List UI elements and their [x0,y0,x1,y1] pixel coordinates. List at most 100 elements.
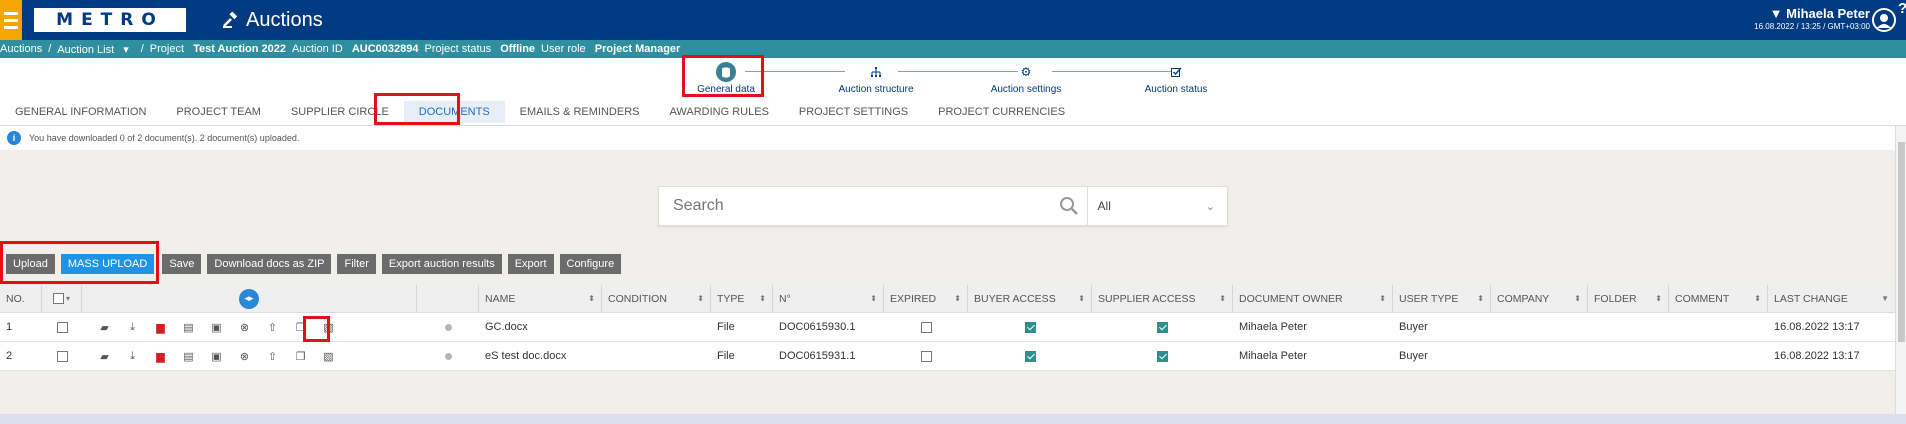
delete-icon[interactable]: ▆ [152,348,169,364]
cell-name[interactable]: GC.docx [479,313,602,341]
step-auction-status[interactable]: Auction status [1121,62,1231,95]
user-datetime: 16.08.2022 / 13:25 / GMT+03:00 [1754,22,1870,31]
cell-no: 2 [6,350,13,362]
breadcrumb-sep: / [140,43,144,55]
user-menu[interactable]: ▼ Mihaela Peter 16.08.2022 / 13:25 / GMT… [1754,6,1870,31]
col-select[interactable]: ▾ [42,285,82,312]
cell-number: DOC0615931.1 [779,350,856,362]
step-auction-structure[interactable]: Auction structure [821,62,931,95]
tab-supplier-circle[interactable]: SUPPLIER CIRCLE [276,106,404,118]
cancel-icon[interactable]: ⊗ [236,319,253,335]
auction-id: Auction ID AUC0032894 [292,43,419,55]
buyer-access-checkbox[interactable] [1024,350,1036,362]
file-copy-icon[interactable]: ❐ [292,348,309,364]
cell-user-type: Buyer [1399,350,1428,362]
cell-name[interactable]: eS test doc.docx [479,342,602,370]
step-general-data[interactable]: General data [671,62,781,95]
cell-actions: ▰ ⤓ ▆ ▤ ▣ ⊗ ⇧ ❐ ▧ [82,313,417,341]
save-button[interactable]: Save [162,254,202,274]
expired-checkbox[interactable] [920,321,932,333]
cell-last-change: 16.08.2022 13:17 [1774,350,1860,362]
file-edit-icon[interactable]: ▤ [180,348,197,364]
search-input[interactable] [659,187,1049,225]
search-bar: All ⌄ [658,186,1228,226]
user-role: User role Project Manager [541,43,681,55]
scrollbar-thumb[interactable] [1898,142,1905,342]
col-name[interactable]: NAME ⬍ [479,285,602,312]
app-title[interactable]: Auctions [222,9,323,32]
col-type[interactable]: TYPE ⬍ [711,285,773,312]
row-checkbox[interactable] [56,350,68,362]
documents-table: NO. ▾ ◂▸ NAME ⬍ CONDITION ⬍ TYPE ⬍ N° ⬍ EXPI… [0,285,1895,371]
expand-columns-icon[interactable]: ◂▸ [239,288,259,309]
col-no[interactable]: NO. [0,285,42,312]
search-filter-select[interactable]: All ⌄ [1086,187,1227,225]
breadcrumb-auctions[interactable]: Auctions [0,43,42,55]
cell-comment [1669,342,1768,370]
col-buyer-access[interactable]: BUYER ACCESS ⬍ [968,285,1092,312]
export-results-button[interactable]: Export auction results [381,254,502,274]
file-upload-icon[interactable]: ⇧ [264,319,281,335]
tab-documents[interactable]: DOCUMENTS [403,100,505,123]
file-edit-icon[interactable]: ▤ [180,319,197,335]
tab-project-team[interactable]: PROJECT TEAM [161,106,276,118]
folder-move-icon[interactable]: ▰ [96,348,113,364]
supplier-access-checkbox[interactable] [1157,350,1168,362]
expired-checkbox[interactable] [920,350,932,362]
tab-project-currencies[interactable]: PROJECT CURRENCIES [923,106,1080,118]
filter-button[interactable]: Filter [337,254,376,274]
download-icon[interactable]: ⤓ [124,319,141,335]
file-check-icon[interactable]: ▣ [208,348,225,364]
search-icon[interactable] [1059,187,1079,225]
file-version-icon[interactable]: ▧ [320,319,337,335]
tab-general-information[interactable]: GENERAL INFORMATION [0,106,161,118]
folder-move-icon[interactable]: ▰ [96,319,113,335]
col-supplier-access[interactable]: SUPPLIER ACCESS ⬍ [1092,285,1233,312]
help-icon[interactable]: ? [1898,0,1906,40]
cell-supplier-access [1092,342,1233,370]
file-copy-icon[interactable]: ❐ [292,319,309,335]
col-status [417,285,479,312]
file-version-icon[interactable]: ▧ [320,348,337,364]
table-row[interactable]: 1 ▰ ⤓ ▆ ▤ ▣ ⊗ ⇧ ❐ ▧ GC.docx File DOC0615… [0,313,1895,342]
col-comment[interactable]: COMMENT ⬍ [1669,285,1768,312]
col-owner[interactable]: DOCUMENT OWNER ⬍ [1233,285,1393,312]
workflow-steps: General data Auction structure ⚙ Auction… [0,58,1906,98]
configure-button[interactable]: Configure [559,254,622,274]
col-number[interactable]: N° ⬍ [773,285,884,312]
horizontal-scrollbar[interactable] [0,414,1906,424]
col-last-change[interactable]: LAST CHANGE ▼ [1768,285,1895,312]
cancel-icon[interactable]: ⊗ [236,348,253,364]
tab-awarding-rules[interactable]: AWARDING RULES [654,106,783,118]
delete-icon[interactable]: ▆ [152,319,169,335]
col-actions: ◂▸ [82,285,417,312]
info-text: You have downloaded 0 of 2 document(s). … [29,133,300,143]
select-all-checkbox[interactable] [52,293,64,304]
mass-upload-button[interactable]: MASS UPLOAD [60,254,155,274]
col-folder[interactable]: FOLDER ⬍ [1588,285,1669,312]
table-row[interactable]: 2 ▰ ⤓ ▆ ▤ ▣ ⊗ ⇧ ❐ ▧ eS test doc.docx Fil… [0,342,1895,371]
metro-logo[interactable]: METRO [34,8,186,32]
download-icon[interactable]: ⤓ [124,348,141,364]
tab-project-settings[interactable]: PROJECT SETTINGS [784,106,923,118]
vertical-scrollbar[interactable] [1895,126,1906,414]
col-condition[interactable]: CONDITION ⬍ [602,285,711,312]
tab-emails-reminders[interactable]: EMAILS & REMINDERS [505,106,655,118]
file-upload-icon[interactable]: ⇧ [264,348,281,364]
step-auction-settings[interactable]: ⚙ Auction settings [971,62,1081,95]
row-checkbox[interactable] [56,321,68,333]
file-check-icon[interactable]: ▣ [208,319,225,335]
col-company[interactable]: COMPANY ⬍ [1491,285,1588,312]
breadcrumb-sep: / [48,43,52,55]
download-zip-button[interactable]: Download docs as ZIP [207,254,332,274]
cell-comment [1669,313,1768,341]
menu-icon[interactable] [0,0,22,40]
export-button[interactable]: Export [507,254,554,274]
supplier-access-checkbox[interactable] [1157,321,1168,333]
col-expired[interactable]: EXPIRED ⬍ [884,285,968,312]
breadcrumb-auction-list[interactable]: Auction List ▾ [57,43,134,56]
col-user-type[interactable]: USER TYPE ⬍ [1393,285,1491,312]
upload-button[interactable]: Upload [6,254,55,274]
avatar-icon[interactable] [1872,8,1896,32]
buyer-access-checkbox[interactable] [1024,321,1036,333]
